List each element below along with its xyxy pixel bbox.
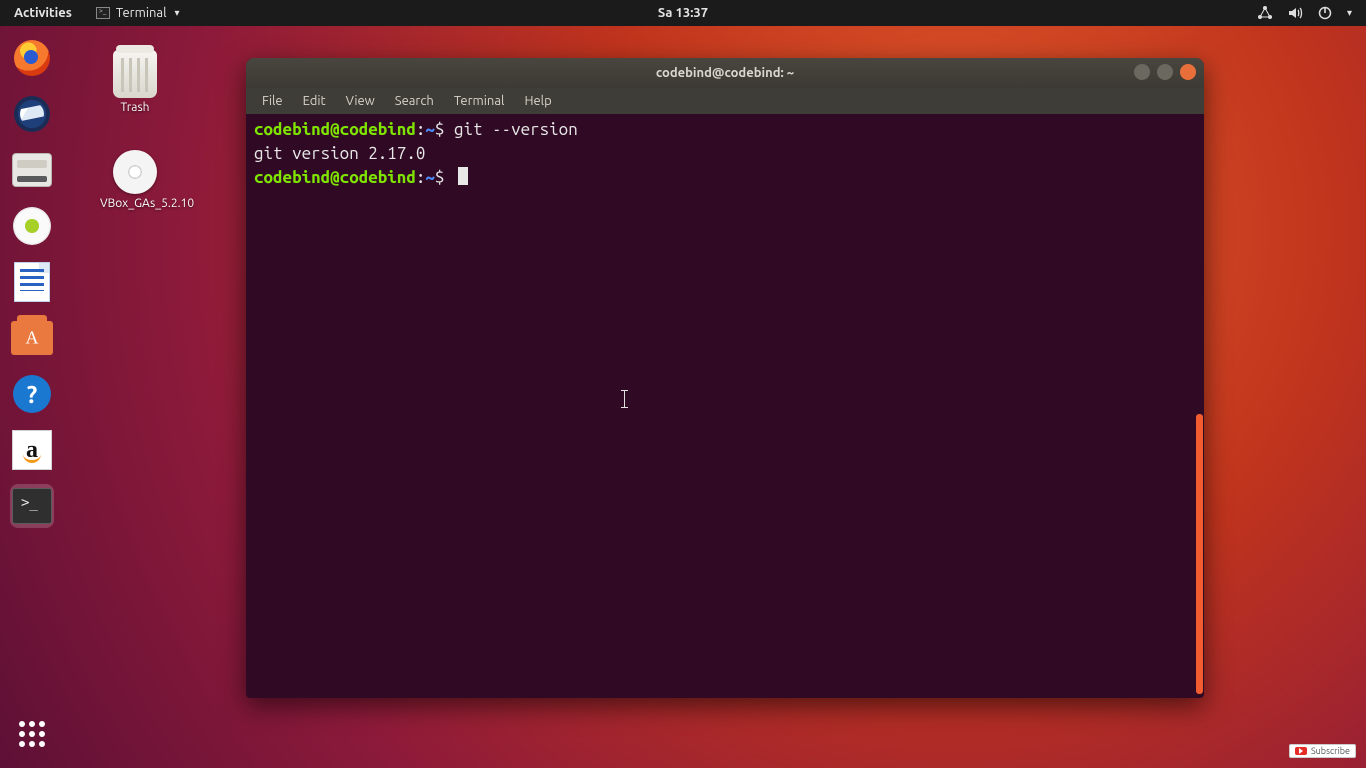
- desktop-vbox-gas[interactable]: VBox_GAs_5.2.10: [100, 150, 170, 211]
- window-maximize-button[interactable]: [1157, 64, 1173, 80]
- top-panel: Activities Terminal ▾ Sa 13:37 ▾: [0, 0, 1366, 26]
- scrollbar-thumb[interactable]: [1196, 414, 1203, 694]
- dock-software[interactable]: [10, 316, 54, 360]
- window-minimize-button[interactable]: [1134, 64, 1150, 80]
- clock[interactable]: Sa 13:37: [658, 6, 708, 20]
- dock-amazon[interactable]: a: [10, 428, 54, 472]
- window-titlebar[interactable]: codebind@codebind: ~: [246, 58, 1204, 88]
- menu-view[interactable]: View: [338, 92, 383, 110]
- ubuntu-software-icon: [11, 321, 53, 355]
- terminal-line: codebind@codebind:~$ git --version: [254, 118, 1196, 142]
- dock-rhythmbox[interactable]: [10, 204, 54, 248]
- dock-firefox[interactable]: [10, 36, 54, 80]
- app-menu-label: Terminal: [116, 6, 167, 20]
- dock-terminal[interactable]: [10, 484, 54, 528]
- subscribe-label: Subscribe: [1311, 746, 1350, 756]
- volume-icon: [1287, 5, 1303, 21]
- window-title: codebind@codebind: ~: [656, 66, 794, 80]
- thunderbird-icon: [14, 96, 50, 132]
- prompt-sep: :: [416, 168, 426, 187]
- music-icon: [13, 207, 51, 245]
- firefox-icon: [14, 40, 50, 76]
- menu-file[interactable]: File: [254, 92, 291, 110]
- menu-terminal[interactable]: Terminal: [446, 92, 513, 110]
- prompt-path: ~: [425, 120, 435, 139]
- desktop-trash[interactable]: Trash: [100, 50, 170, 115]
- system-status-area[interactable]: ▾: [1257, 5, 1366, 21]
- text-cursor: [458, 167, 468, 185]
- help-icon: ?: [13, 375, 51, 413]
- terminal-icon: [96, 7, 110, 19]
- vbox-label: VBox_GAs_5.2.10: [100, 197, 170, 211]
- typed-command: git --version: [454, 120, 578, 139]
- files-icon: [12, 153, 52, 187]
- dock-help[interactable]: ?: [10, 372, 54, 416]
- menu-edit[interactable]: Edit: [295, 92, 334, 110]
- libreoffice-writer-icon: [14, 262, 50, 302]
- youtube-icon: [1295, 747, 1307, 755]
- menu-search[interactable]: Search: [387, 92, 442, 110]
- amazon-icon: a: [12, 430, 52, 470]
- dock-files[interactable]: [10, 148, 54, 192]
- dock-thunderbird[interactable]: [10, 92, 54, 136]
- disc-icon: [113, 150, 157, 194]
- mouse-ibeam-cursor: [624, 390, 625, 408]
- prompt-sep: :: [416, 120, 426, 139]
- power-icon: [1317, 5, 1333, 21]
- chevron-down-icon: ▾: [1347, 7, 1352, 19]
- command-output: git version 2.17.0: [254, 144, 425, 163]
- prompt-user: codebind@codebind: [254, 120, 416, 139]
- terminal-viewport[interactable]: codebind@codebind:~$ git --version git v…: [246, 114, 1204, 698]
- network-icon: [1257, 5, 1273, 21]
- menu-help[interactable]: Help: [516, 92, 559, 110]
- trash-label: Trash: [100, 101, 170, 115]
- terminal-line: codebind@codebind:~$: [254, 166, 1196, 190]
- dock: ? a: [6, 36, 58, 758]
- prompt-symbol: $: [435, 120, 454, 139]
- activities-button[interactable]: Activities: [8, 6, 78, 20]
- app-menu[interactable]: Terminal ▾: [84, 6, 180, 20]
- trash-icon: [113, 50, 157, 98]
- terminal-line: git version 2.17.0: [254, 142, 1196, 166]
- prompt-symbol: $: [435, 168, 454, 187]
- prompt-user: codebind@codebind: [254, 168, 416, 187]
- terminal-icon: [12, 488, 52, 524]
- chevron-down-icon: ▾: [173, 7, 180, 19]
- prompt-path: ~: [425, 168, 435, 187]
- window-close-button[interactable]: [1180, 64, 1196, 80]
- terminal-scrollbar[interactable]: [1196, 114, 1203, 694]
- dock-writer[interactable]: [10, 260, 54, 304]
- terminal-window: codebind@codebind: ~ File Edit View Sear…: [246, 58, 1204, 698]
- subscribe-badge[interactable]: Subscribe: [1289, 744, 1356, 758]
- terminal-menubar: File Edit View Search Terminal Help: [246, 88, 1204, 114]
